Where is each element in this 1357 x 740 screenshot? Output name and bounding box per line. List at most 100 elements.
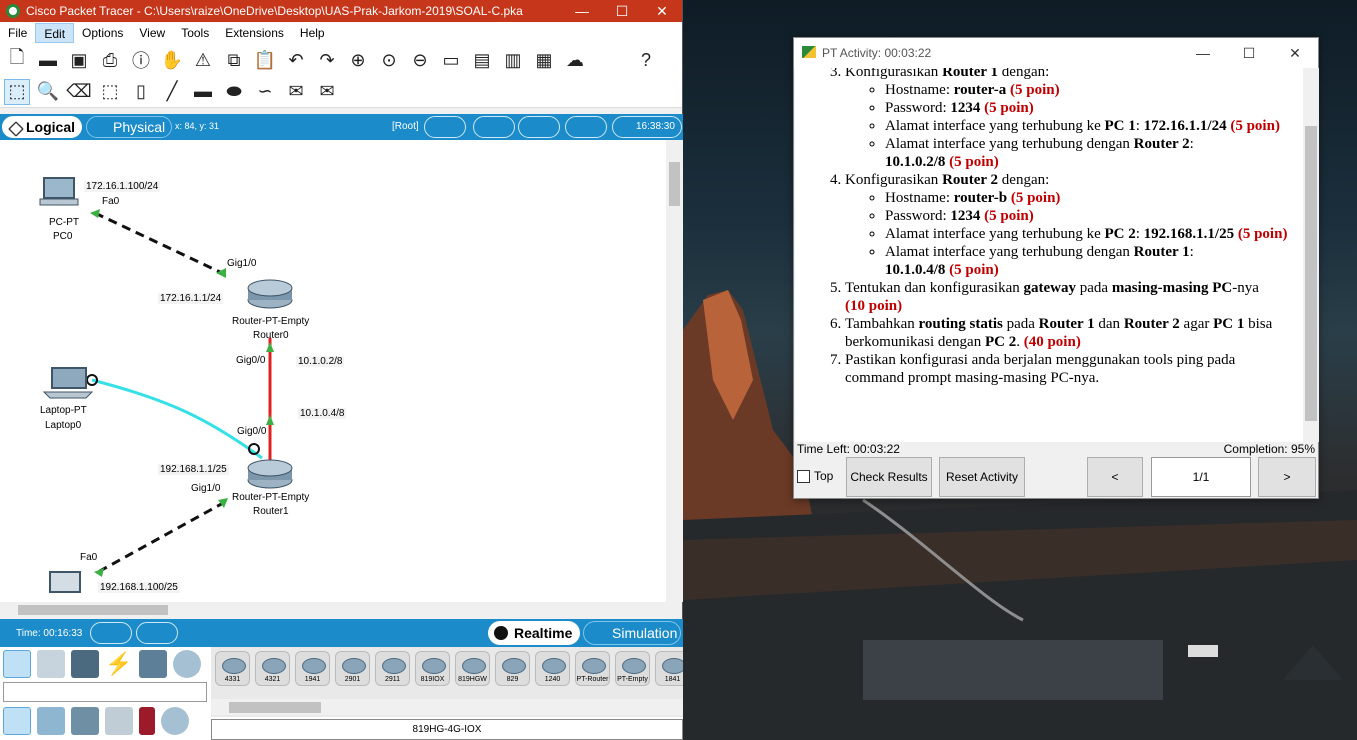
device-819iox[interactable]: 819IOX (415, 651, 450, 686)
security-icon[interactable] (139, 707, 155, 735)
maximize-button[interactable]: ☐ (602, 3, 642, 20)
network-info-icon[interactable]: ⚠ (190, 47, 216, 73)
close-button[interactable]: ✕ (1272, 45, 1318, 62)
physical-tab[interactable]: Physical (86, 116, 172, 138)
draw-rectangle-icon[interactable]: ▬ (190, 79, 216, 105)
device-1240[interactable]: 1240 (535, 651, 570, 686)
copy-icon[interactable]: ⧉ (221, 47, 247, 73)
custom-device-icon[interactable]: ▤ (469, 47, 495, 73)
add-complex-pdu-icon[interactable]: ✉ (314, 79, 340, 105)
menu-file[interactable]: File (0, 23, 35, 43)
workspace-horizontal-scrollbar[interactable] (0, 602, 666, 617)
device-search-box[interactable] (3, 682, 207, 702)
delete-icon[interactable]: ⌫ (66, 79, 92, 105)
device-list-scrollbar[interactable] (211, 699, 683, 715)
link-laptop-router1[interactable] (91, 378, 263, 460)
misc-icon[interactable] (139, 650, 167, 678)
scroll-thumb[interactable] (1305, 126, 1317, 421)
components-icon[interactable] (71, 650, 99, 678)
activity-wizard-icon[interactable]: ✋ (159, 47, 185, 73)
logical-workspace[interactable]: 172.16.1.100/24 Fa0 PC-PT PC0 Gig1/0 172… (0, 140, 666, 602)
end-devices-icon[interactable] (37, 650, 65, 678)
page-indicator[interactable]: 1/1 (1151, 457, 1251, 497)
simulation-tab[interactable]: Simulation (583, 621, 681, 645)
resize-shape-icon[interactable]: ⬚ (97, 79, 123, 105)
menu-help[interactable]: Help (292, 23, 333, 43)
pc1-ip-label[interactable]: 192.168.1.100/25 (98, 582, 180, 593)
router1-gig0-ip-label[interactable]: 10.1.0.4/8 (298, 408, 347, 419)
pdu-list-icon[interactable]: ▦ (531, 47, 557, 73)
device-2901[interactable]: 2901 (335, 651, 370, 686)
root-label[interactable]: [Root] (392, 121, 419, 132)
viewport-icon[interactable]: ▥ (500, 47, 526, 73)
fast-forward-icon[interactable] (136, 622, 178, 644)
device-pt-router[interactable]: PT-Router (575, 651, 610, 686)
top-checkbox[interactable] (797, 470, 810, 483)
routers-icon[interactable] (3, 707, 31, 735)
wan-emulation-icon[interactable] (161, 707, 189, 735)
check-results-button[interactable]: Check Results (846, 457, 932, 497)
save-icon[interactable]: ▣ (66, 47, 92, 73)
router0-name-label[interactable]: Router0 (251, 330, 291, 341)
router0-ip-label[interactable]: 172.16.1.1/24 (158, 293, 224, 304)
device-1941[interactable]: 1941 (295, 651, 330, 686)
close-button[interactable]: ✕ (642, 3, 682, 20)
cluster-icon[interactable]: ☁ (562, 47, 588, 73)
menu-edit[interactable]: Edit (35, 23, 75, 43)
info-icon[interactable]: ⓘ (128, 47, 154, 73)
new-cluster-icon[interactable] (473, 116, 515, 138)
device-829[interactable]: 829 (495, 651, 530, 686)
pc0-name-label[interactable]: PC0 (51, 231, 74, 242)
select-icon[interactable]: ⬚ (4, 78, 30, 105)
menu-options[interactable]: Options (74, 23, 131, 43)
back-icon[interactable] (424, 116, 466, 138)
inspect-icon[interactable]: 🔍 (35, 79, 61, 105)
device-819hgw[interactable]: 819HGW (455, 651, 490, 686)
scroll-thumb[interactable] (669, 162, 680, 206)
pc0-icon[interactable] (39, 177, 79, 206)
draw-line-icon[interactable]: ╱ (159, 79, 185, 105)
scroll-thumb[interactable] (229, 702, 321, 713)
minimize-button[interactable]: — (562, 3, 602, 19)
menu-tools[interactable]: Tools (173, 23, 217, 43)
laptop0-name-label[interactable]: Laptop0 (43, 420, 83, 431)
reset-activity-button[interactable]: Reset Activity (939, 457, 1025, 497)
previous-page-button[interactable]: < (1087, 457, 1143, 497)
router1-ip-label[interactable]: 192.168.1.1/25 (158, 464, 229, 475)
print-icon[interactable]: ⎙ (97, 47, 123, 73)
laptop0-icon[interactable] (42, 367, 94, 399)
redo-icon[interactable]: ↷ (314, 47, 340, 73)
menu-view[interactable]: View (131, 23, 173, 43)
router1-icon[interactable] (247, 459, 293, 489)
realtime-tab[interactable]: Realtime (488, 621, 580, 645)
set-background-icon[interactable] (565, 116, 607, 138)
device-4331[interactable]: 4331 (215, 651, 250, 686)
draw-ellipse-icon[interactable]: ⬬ (221, 79, 247, 105)
device-4321[interactable]: 4321 (255, 651, 290, 686)
drawing-palette-icon[interactable]: ▭ (438, 47, 464, 73)
zoom-in-icon[interactable]: ⊕ (345, 47, 371, 73)
network-devices-icon[interactable] (3, 650, 31, 678)
pc0-ip-label[interactable]: 172.16.1.100/24 (84, 181, 161, 192)
help-icon[interactable]: ? (633, 47, 659, 73)
device-2911[interactable]: 2911 (375, 651, 410, 686)
logical-tab[interactable]: Logical (2, 116, 82, 138)
next-page-button[interactable]: > (1258, 457, 1316, 497)
hubs-icon[interactable] (71, 707, 99, 735)
maximize-button[interactable]: ☐ (1226, 45, 1272, 62)
open-folder-icon[interactable]: ▬ (35, 47, 61, 73)
instructions-scrollbar[interactable] (1303, 68, 1319, 442)
add-simple-pdu-icon[interactable]: ✉ (283, 79, 309, 105)
move-object-icon[interactable] (518, 116, 560, 138)
new-file-icon[interactable]: 🗋 (4, 47, 30, 73)
minimize-button[interactable]: — (1180, 45, 1226, 61)
link-router1-pc1[interactable] (97, 500, 226, 574)
device-1841[interactable]: 1841 (655, 651, 683, 686)
device-pt-empty[interactable]: PT-Empty (615, 651, 650, 686)
workspace-vertical-scrollbar[interactable] (666, 140, 683, 602)
power-cycle-icon[interactable] (90, 622, 132, 644)
wireless-icon[interactable] (105, 707, 133, 735)
router0-icon[interactable] (247, 279, 293, 309)
undo-icon[interactable]: ↶ (283, 47, 309, 73)
menu-extensions[interactable]: Extensions (217, 23, 292, 43)
